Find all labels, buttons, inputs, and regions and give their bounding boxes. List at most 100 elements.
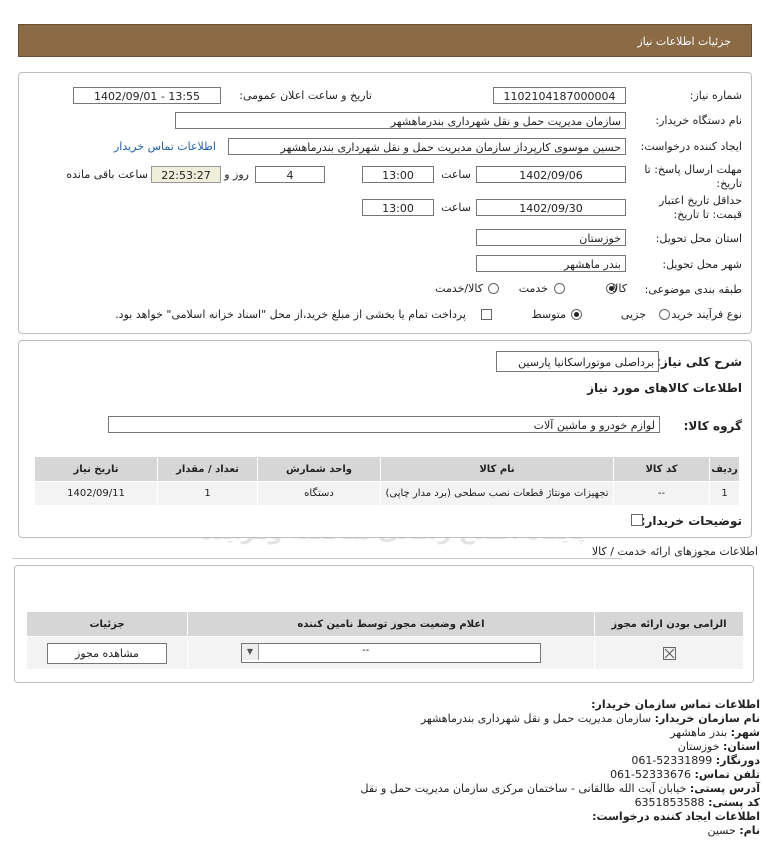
col-permit-details: جزئیات: [26, 611, 188, 637]
permits-table: الزامی بودن ارائه مجوز اعلام وضعیت مجوز …: [26, 611, 744, 670]
buyer-field[interactable]: سازمان مدیریت حمل و نقل شهرداری بندرماهش…: [175, 112, 626, 129]
contact-fax-line: دورنگار: 061-52331899: [20, 754, 760, 768]
need-description-field[interactable]: برداصلی موتوراسکانیا پارسین: [496, 351, 659, 372]
table-row: -- ▼ مشاهده مجوز: [26, 636, 744, 670]
buyer-notes-checkbox[interactable]: [631, 514, 643, 526]
deadline-date-field[interactable]: 1402/09/06: [476, 166, 626, 183]
cell-name: تجهیزات مونتاژ قطعات نصب سطحی (برد مدار …: [380, 481, 614, 506]
contact-fax-label: دورنگار:: [715, 754, 760, 767]
permit-status-value: --: [362, 645, 370, 656]
validity-label: حداقل تاریخ اعتبار قیمت: تا تاریخ:: [659, 194, 742, 222]
category-service-label: خدمت: [518, 282, 548, 295]
deadline-label: مهلت ارسال پاسخ: تا تاریخ:: [644, 163, 742, 191]
contact-section: اطلاعات تماس سازمان خریدار: نام سازمان خ…: [20, 698, 760, 838]
view-permit-button[interactable]: مشاهده مجوز: [47, 642, 167, 664]
category-radio-service[interactable]: [554, 283, 565, 294]
category-radio-goods-service[interactable]: [488, 283, 499, 294]
col-code: کد کالا: [613, 456, 710, 482]
chevron-down-icon[interactable]: ▼: [242, 644, 259, 660]
creator-info-heading: اطلاعات ایجاد کننده درخواست:: [592, 810, 760, 823]
category-goods-service-label: کالا/خدمت: [435, 282, 483, 295]
remaining-label: ساعت باقی مانده: [66, 168, 148, 181]
permits-heading: اطلاعات مجوزهای ارائه خدمت / کالا: [591, 545, 758, 558]
disabled-checkbox-icon: [662, 646, 676, 660]
process-medium-label: متوسط: [531, 308, 566, 321]
creator-name-line: نام: حسین: [20, 824, 760, 838]
buyer-contact-link[interactable]: اطلاعات تماس خریدار: [114, 140, 216, 153]
announce-field[interactable]: 1402/09/01 - 13:55: [73, 87, 221, 104]
contact-heading: اطلاعات تماس سازمان خریدار:: [591, 698, 760, 711]
city-field[interactable]: بندر ماهشهر: [476, 255, 626, 272]
deadline-time-field[interactable]: 13:00: [362, 166, 434, 183]
process-radio-medium[interactable]: [571, 309, 582, 320]
contact-city-label: شهر:: [730, 726, 760, 739]
goods-group-field[interactable]: لوازم خودرو و ماشین آلات: [108, 416, 660, 433]
permits-table-header: الزامی بودن ارائه مجوز اعلام وضعیت مجوز …: [26, 611, 744, 637]
city-label: شهر محل تحویل:: [662, 258, 742, 271]
cell-unit: دستگاه: [257, 481, 381, 506]
contact-phone-line: تلفن تماس: 061-52333676: [20, 768, 760, 782]
contact-address-label: آدرس پستی:: [689, 782, 760, 795]
validity-label-line1: حداقل تاریخ اعتبار: [658, 194, 742, 207]
page-title: جزئیات اطلاعات نیاز: [637, 35, 731, 48]
contact-org-line: نام سازمان خریدار: سازمان مدیریت حمل و ن…: [20, 712, 760, 726]
cell-code: --: [613, 481, 710, 506]
validity-label-line2: قیمت: تا تاریخ:: [673, 208, 742, 221]
category-label: طبقه بندی موضوعی:: [644, 283, 742, 296]
goods-group-label: گروه کالا:: [683, 419, 742, 433]
goods-table: ردیف کد کالا نام کالا واحد شمارش تعداد /…: [34, 456, 740, 506]
deadline-label-line1: مهلت ارسال پاسخ: تا: [644, 163, 742, 176]
col-date: تاریخ نیاز: [34, 456, 158, 482]
need-number-label: شماره نیاز:: [689, 89, 742, 102]
contact-org-label: نام سازمان خریدار:: [654, 712, 760, 725]
contact-address-line: آدرس پستی: خیابان آیت الله طالقانی - ساخ…: [20, 782, 760, 796]
contact-city-value: بندر ماهشهر: [670, 726, 728, 739]
permit-details-cell: مشاهده مجوز: [26, 636, 188, 670]
permit-status-select[interactable]: -- ▼: [241, 643, 541, 663]
cell-row: 1: [709, 481, 740, 506]
permits-divider: [12, 558, 622, 559]
province-field[interactable]: خوزستان: [476, 229, 626, 246]
contact-postal-value: 6351853588: [634, 796, 705, 809]
days-label: روز و: [224, 168, 249, 181]
contact-phone-label: تلفن تماس:: [694, 768, 760, 781]
col-quantity: تعداد / مقدار: [157, 456, 258, 482]
col-permit-status: اعلام وضعیت مجوز توسط نامین کننده: [187, 611, 595, 637]
contact-city-line: شهر: بندر ماهشهر: [20, 726, 760, 740]
contact-org-value: سازمان مدیریت حمل و نقل شهرداری بندرماهش…: [420, 712, 652, 725]
validity-time-label: ساعت: [441, 201, 471, 214]
contact-fax-value: 061-52331899: [631, 754, 713, 767]
buyer-notes-label: توضیحات خریدار:: [640, 514, 742, 528]
category-goods-label: کالا: [612, 282, 627, 295]
cell-date: 1402/09/11: [34, 481, 158, 506]
treasury-payment-note: پرداخت تمام یا بخشی از مبلغ خرید،از محل …: [115, 308, 466, 321]
page-header: جزئیات اطلاعات نیاز: [18, 24, 752, 57]
goods-info-heading: اطلاعات کالاهای مورد نیاز: [587, 381, 742, 395]
treasury-payment-checkbox[interactable]: [481, 309, 492, 320]
contact-address-value: خیابان آیت الله طالقانی - ساختمان مرکزی …: [360, 782, 687, 795]
cell-quantity: 1: [157, 481, 258, 506]
col-permit-required: الزامی بودن ارائه مجوز: [594, 611, 744, 637]
col-name: نام کالا: [380, 456, 614, 482]
contact-province-value: خوزستان: [677, 740, 720, 753]
need-number-field[interactable]: 1102104187000004: [493, 87, 626, 104]
permit-required-cell: [594, 636, 744, 670]
announce-label: تاریخ و ساعت اعلان عمومی:: [239, 89, 372, 102]
validity-date-field[interactable]: 1402/09/30: [476, 199, 626, 216]
col-row: ردیف: [709, 456, 740, 482]
contact-phone-value: 061-52333676: [610, 768, 692, 781]
creator-field[interactable]: حسین موسوی کارپرداز سازمان مدیریت حمل و …: [228, 138, 626, 155]
validity-time-field[interactable]: 13:00: [362, 199, 434, 216]
goods-table-header: ردیف کد کالا نام کالا واحد شمارش تعداد /…: [34, 456, 740, 482]
province-label: استان محل تحویل:: [655, 232, 742, 245]
contact-province-label: استان:: [723, 740, 760, 753]
buyer-label: نام دستگاه خریدار:: [655, 114, 742, 127]
permit-status-cell: -- ▼: [187, 636, 595, 670]
remaining-time-field: 22:53:27: [151, 166, 221, 183]
contact-postal-label: کد پستی:: [708, 796, 760, 809]
process-radio-minor[interactable]: [659, 309, 670, 320]
process-minor-label: جزیی: [620, 308, 646, 321]
contact-province-line: استان: خوزستان: [20, 740, 760, 754]
days-remaining-field[interactable]: 4: [255, 166, 325, 183]
process-label: نوع فرآیند خرید :: [664, 308, 742, 321]
